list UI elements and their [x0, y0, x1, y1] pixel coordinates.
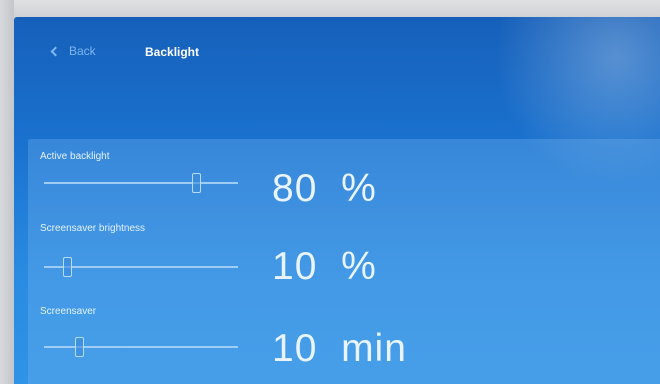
value-unit: % [341, 167, 377, 210]
active-backlight-slider[interactable] [44, 171, 238, 195]
active-backlight-value: 80 % [272, 167, 377, 211]
active-backlight-label: Active backlight [40, 151, 110, 162]
page-title: Backlight [145, 45, 200, 59]
screensaver-brightness-label: Screensaver brightness [40, 223, 146, 234]
slider-thumb[interactable] [75, 337, 84, 357]
screensaver-brightness-value: 10 % [272, 245, 377, 289]
screensaver-label: Screensaver [40, 306, 97, 317]
back-label: Back [69, 44, 96, 58]
slider-track [44, 346, 238, 348]
monitor-bezel-top [0, 0, 660, 18]
screensaver-value: 10 min [272, 327, 407, 371]
slider-thumb[interactable] [63, 257, 72, 277]
settings-panel: Active backlight 80 % Screensaver bright… [28, 139, 660, 384]
slider-track [44, 182, 238, 184]
monitor-bezel-left [0, 0, 14, 384]
back-button[interactable]: Back [50, 44, 96, 58]
slider-thumb[interactable] [192, 173, 201, 193]
screensaver-slider[interactable] [44, 335, 238, 359]
value-unit: min [341, 327, 407, 370]
value-number: 10 [272, 245, 318, 288]
chevron-left-icon [50, 46, 61, 57]
slider-track [44, 266, 238, 268]
screen: Back Backlight Active backlight 80 % Scr… [14, 17, 660, 384]
value-unit: % [341, 245, 377, 288]
value-number: 80 [272, 167, 318, 210]
value-number: 10 [272, 327, 318, 370]
top-bar: Back Backlight [14, 17, 660, 77]
screensaver-brightness-slider[interactable] [44, 255, 238, 279]
